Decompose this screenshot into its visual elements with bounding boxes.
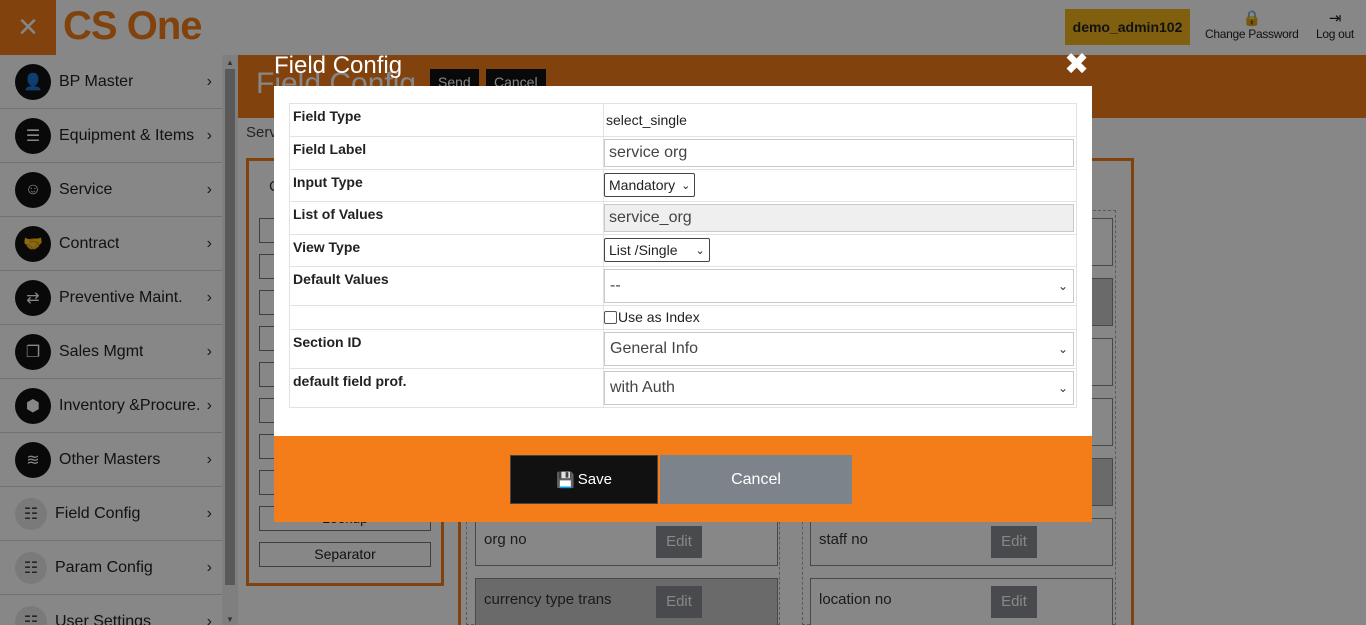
input-type-label: Input Type [289,169,604,202]
default-field-prof-select[interactable]: with Auth ⌄ [604,371,1074,405]
use-as-index-row: Use as Index [604,308,1076,326]
section-id-value: General Info [610,340,699,357]
close-icon[interactable]: ✖ [1064,50,1089,80]
view-type-label: View Type [289,234,604,267]
input-type-select[interactable]: Mandatory ⌄ [604,173,696,197]
field-type-value: select_single [606,112,687,128]
chevron-down-icon: ⌄ [1057,342,1068,356]
chevron-down-icon: ⌄ [1057,279,1068,293]
field-label-label: Field Label [289,136,604,170]
empty-label-cell [289,305,604,330]
save-button[interactable]: 💾 Save [510,455,658,504]
chevron-down-icon: ⌄ [695,244,705,257]
field-config-dialog: Field Type select_single Field Label ser… [274,86,1092,522]
list-of-values-input: service_org [604,204,1074,232]
floppy-disk-icon: 💾 [556,471,575,489]
field-type-label: Field Type [289,103,604,137]
chevron-down-icon: ⌄ [681,179,691,192]
field-form: Field Type select_single Field Label ser… [289,103,1077,408]
view-type-select[interactable]: List /Single ⌄ [604,238,710,262]
default-values-value: -- [610,277,621,294]
modal-title: Field Config [274,52,403,79]
default-values-select[interactable]: -- ⌄ [604,269,1074,303]
default-field-prof-value: with Auth [610,379,675,396]
default-field-prof-label: default field prof. [289,368,604,408]
list-of-values-label: List of Values [289,201,604,235]
save-label: Save [577,471,612,488]
field-label-input[interactable]: service org [604,139,1074,167]
dialog-footer: 💾 Save Cancel [274,436,1092,522]
use-as-index-checkbox[interactable] [604,310,617,324]
dialog-body: Field Type select_single Field Label ser… [289,103,1077,408]
cancel-button[interactable]: Cancel [660,455,852,504]
default-values-label: Default Values [289,266,604,306]
input-type-value: Mandatory [609,177,676,193]
section-id-label: Section ID [289,329,604,369]
use-as-index-label: Use as Index [618,309,700,325]
chevron-down-icon: ⌄ [1057,381,1068,395]
view-type-value: List /Single [609,242,678,258]
section-id-select[interactable]: General Info ⌄ [604,332,1074,366]
